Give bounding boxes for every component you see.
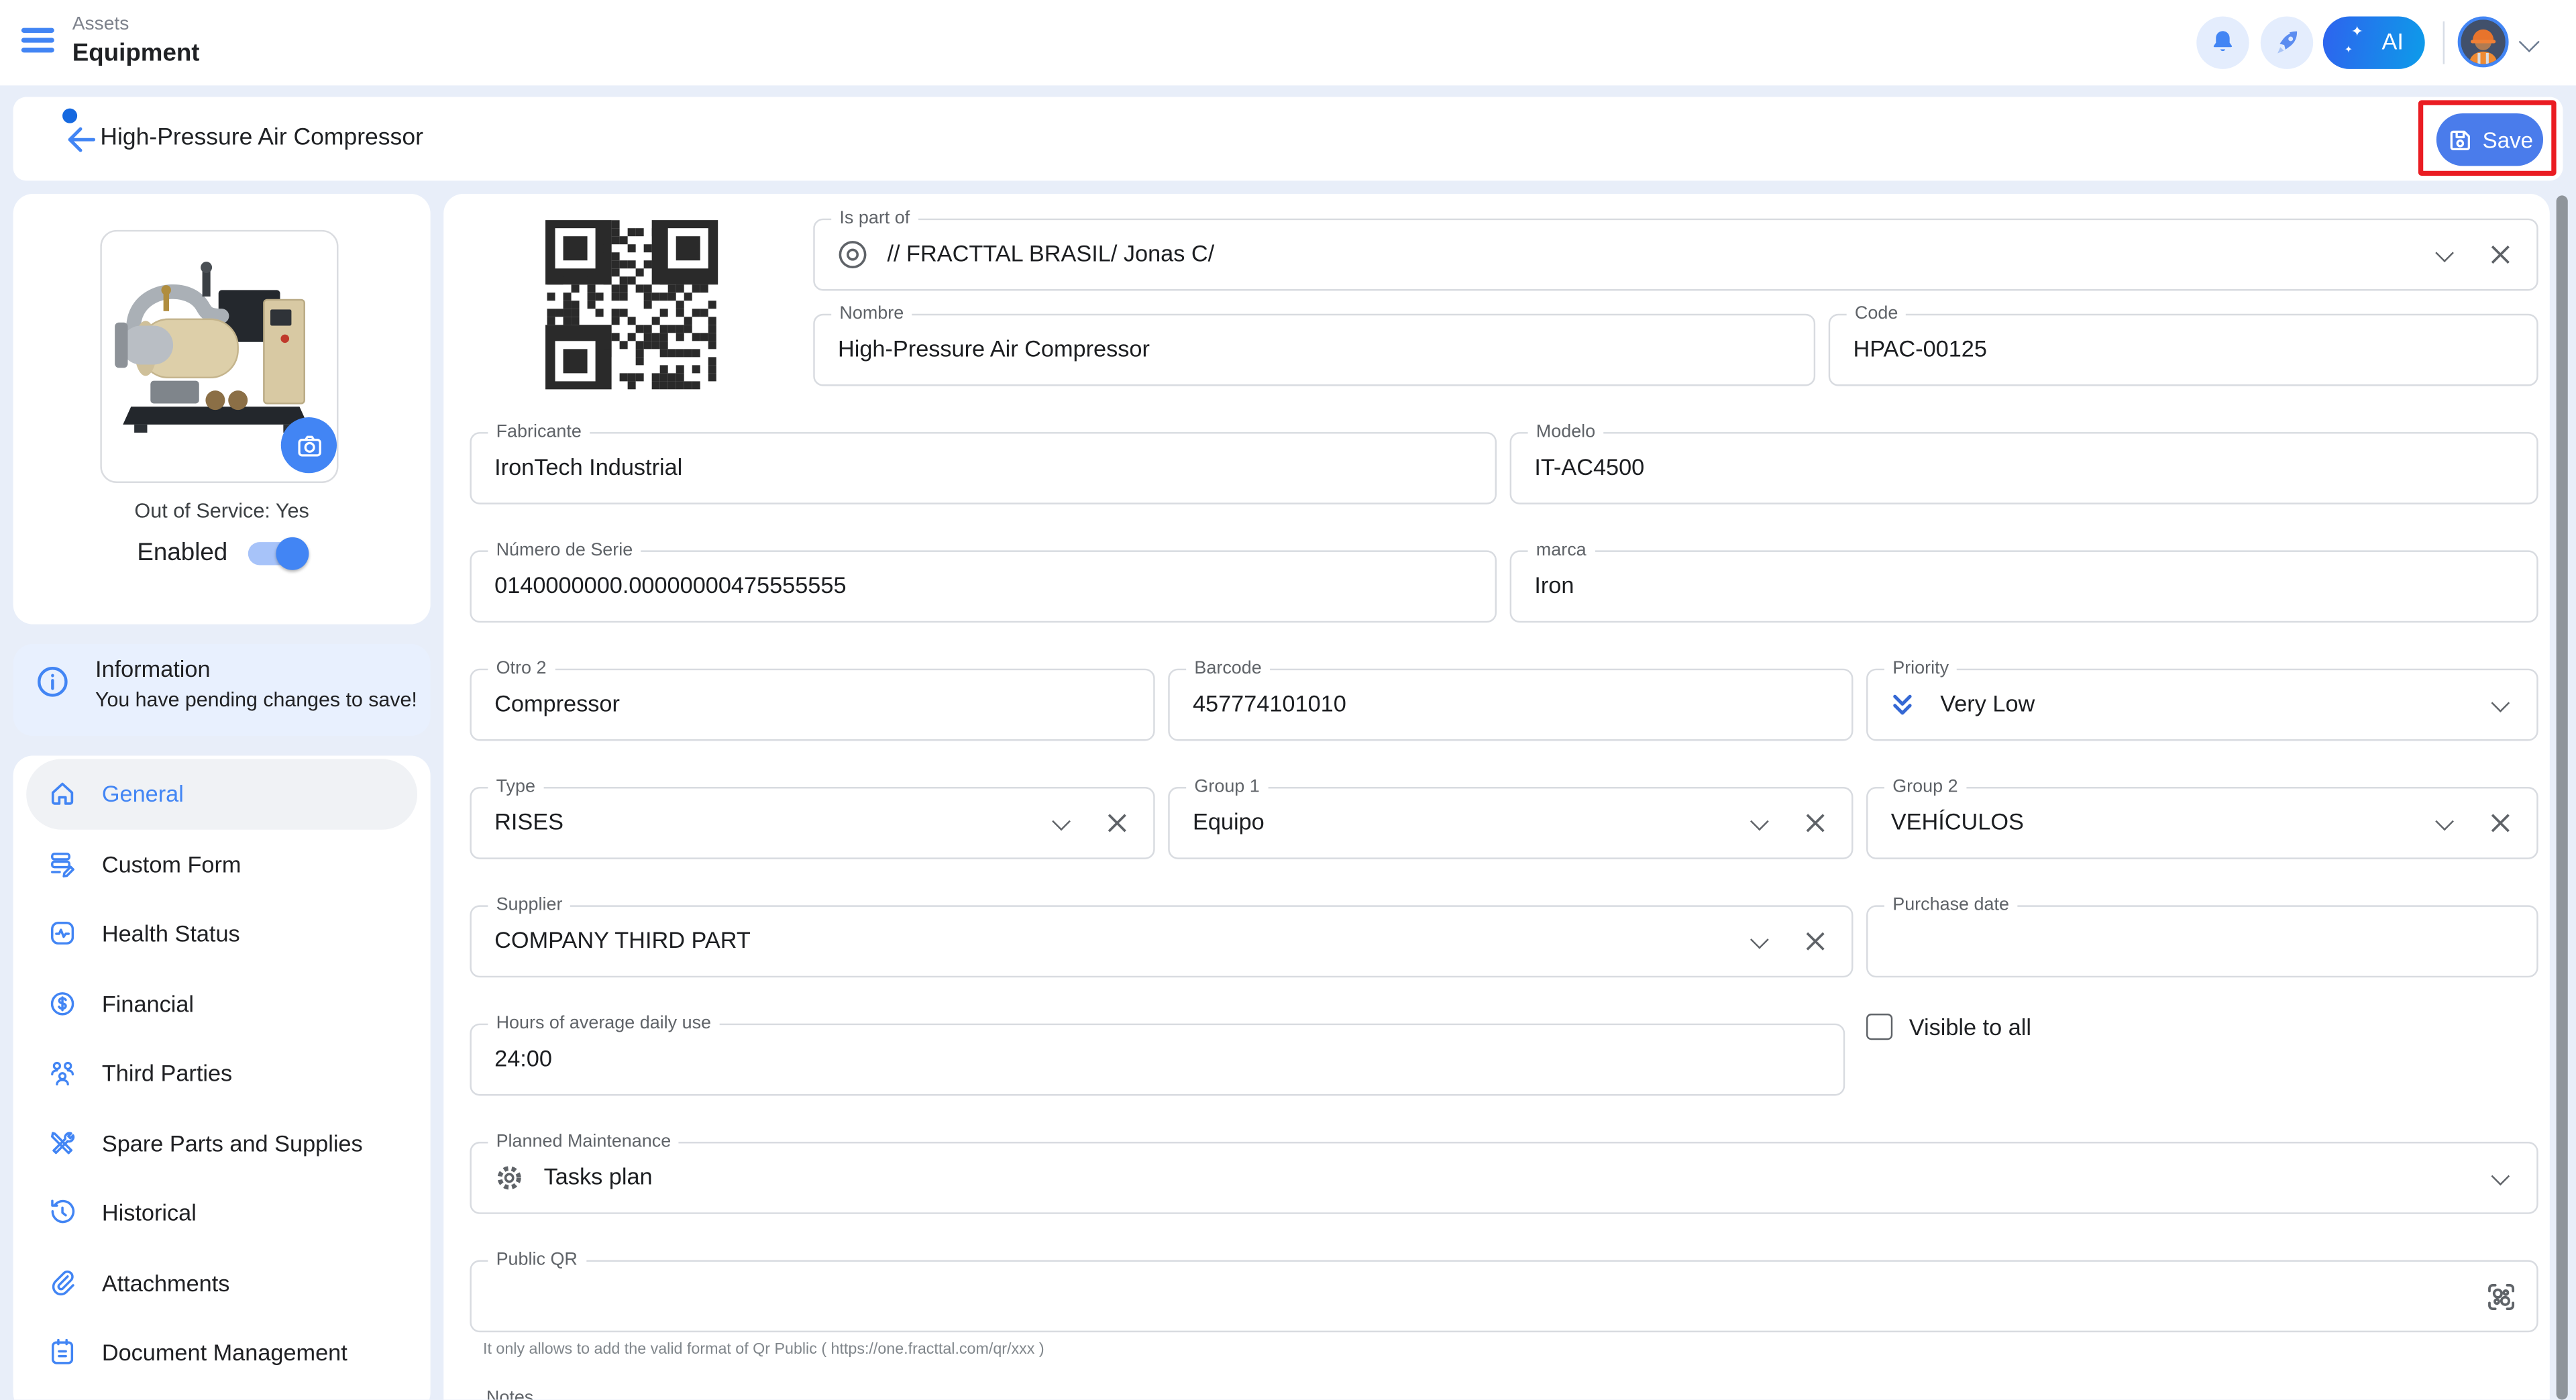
information-message: You have pending changes to save! xyxy=(95,688,417,711)
enabled-label: Enabled xyxy=(137,539,227,567)
clear-icon[interactable] xyxy=(1799,806,1832,839)
top-bar: Assets Equipment ✦ ✦ AI xyxy=(0,0,2576,85)
health-icon xyxy=(46,917,79,950)
chevron-down-icon[interactable] xyxy=(1750,812,1769,831)
clear-icon[interactable] xyxy=(2484,806,2517,839)
tools-icon xyxy=(46,1126,79,1159)
information-banner: Information You have pending changes to … xyxy=(13,644,431,736)
qr-scan-icon[interactable] xyxy=(2482,1278,2520,1315)
vertical-scrollbar[interactable] xyxy=(2557,195,2568,1399)
hamburger-menu-icon[interactable] xyxy=(21,28,54,58)
clear-icon[interactable] xyxy=(2484,238,2517,271)
marca-field[interactable]: marca Iron xyxy=(1510,550,2538,623)
dollar-icon xyxy=(46,987,79,1020)
group-2-field[interactable]: Group 2 VEHÍCULOS xyxy=(1866,787,2538,859)
whats-new-button[interactable] xyxy=(2261,16,2313,68)
sidebar-item-attachments[interactable]: Attachments xyxy=(26,1248,417,1317)
breadcrumb-module: Assets xyxy=(72,15,129,34)
form-icon xyxy=(46,847,79,880)
change-photo-button[interactable] xyxy=(281,417,337,473)
gear-icon xyxy=(491,1160,527,1196)
sparkle-icon: ✦ xyxy=(2351,23,2363,41)
people-icon xyxy=(46,1057,79,1089)
annotation-highlight-rectangle xyxy=(2418,100,2557,176)
otro-2-field[interactable]: Otro 2 Compressor xyxy=(470,669,1155,741)
bell-icon xyxy=(2206,26,2239,59)
breadcrumb-page: Equipment xyxy=(72,40,200,68)
page-title: High-Pressure Air Compressor xyxy=(100,125,423,151)
account-chevron-down-icon[interactable] xyxy=(2519,32,2540,52)
sparkle-icon: ✦ xyxy=(2345,44,2353,56)
sidebar-item-document-management[interactable]: Document Management xyxy=(26,1317,417,1387)
asset-photo[interactable] xyxy=(100,230,338,483)
nombre-field[interactable]: Nombre High-Pressure Air Compressor xyxy=(813,314,1815,386)
target-icon xyxy=(835,237,871,273)
sidebar-item-custom-form[interactable]: Custom Form xyxy=(26,829,417,899)
app-window: Assets Equipment ✦ ✦ AI High-Pressure A xyxy=(0,0,2576,1400)
purchase-date-field[interactable]: Purchase date xyxy=(1866,905,2538,977)
code-field[interactable]: Code HPAC-00125 xyxy=(1829,314,2538,386)
enabled-toggle[interactable] xyxy=(248,541,307,564)
double-chevron-down-icon xyxy=(1884,687,1921,723)
camera-icon xyxy=(293,429,325,461)
back-button[interactable] xyxy=(62,120,105,163)
rocket-icon xyxy=(2270,26,2303,59)
hours-field[interactable]: Hours of average daily use 24:00 xyxy=(470,1024,1845,1096)
chevron-down-icon[interactable] xyxy=(2491,694,2510,712)
chevron-down-icon[interactable] xyxy=(1052,812,1071,831)
out-of-service-status: Out of Service: Yes xyxy=(13,499,431,522)
supplier-field[interactable]: Supplier COMPANY THIRD PART xyxy=(470,905,1853,977)
chevron-down-icon[interactable] xyxy=(2491,1167,2510,1186)
clear-icon[interactable] xyxy=(1101,806,1134,839)
fabricante-field[interactable]: Fabricante IronTech Industrial xyxy=(470,432,1497,504)
chevron-down-icon[interactable] xyxy=(1750,930,1769,949)
numero-serie-field[interactable]: Número de Serie 0140000000.0000000047555… xyxy=(470,550,1497,623)
asset-photo-card: Out of Service: Yes Enabled xyxy=(13,194,431,625)
unsaved-changes-dot xyxy=(62,109,77,123)
public-qr-field[interactable]: Public QR xyxy=(470,1260,2538,1332)
ai-label: AI xyxy=(2381,28,2403,54)
priority-field[interactable]: Priority Very Low xyxy=(1866,669,2538,741)
modelo-field[interactable]: Modelo IT-AC4500 xyxy=(1510,432,2538,504)
chevron-down-icon[interactable] xyxy=(2435,812,2454,831)
visible-to-all-checkbox-row[interactable]: Visible to all xyxy=(1866,1014,2031,1040)
chevron-down-icon[interactable] xyxy=(2435,244,2454,262)
home-icon xyxy=(46,777,79,810)
header-divider xyxy=(2443,21,2445,64)
document-icon xyxy=(46,1336,79,1369)
history-icon xyxy=(46,1196,79,1229)
general-form-card: Is part of // FRACTTAL BRASIL/ Jonas C/ … xyxy=(443,194,2550,1400)
paperclip-icon xyxy=(46,1267,79,1299)
barcode-field[interactable]: Barcode 457774101010 xyxy=(1168,669,1853,741)
checkbox-unchecked-icon[interactable] xyxy=(1866,1014,1892,1040)
clear-icon[interactable] xyxy=(1799,925,1832,958)
group-1-field[interactable]: Group 1 Equipo xyxy=(1168,787,1853,859)
info-icon xyxy=(33,662,72,702)
asset-sections-menu: General Custom Form Health Status Financ… xyxy=(13,756,431,1400)
is-part-of-field[interactable]: Is part of // FRACTTAL BRASIL/ Jonas C/ xyxy=(813,219,2538,291)
sidebar-item-historical[interactable]: Historical xyxy=(26,1178,417,1248)
ai-assistant-button[interactable]: ✦ ✦ AI xyxy=(2323,16,2425,68)
notes-field-label: Notes xyxy=(486,1388,533,1400)
sidebar-item-general[interactable]: General xyxy=(26,759,417,828)
sidebar-item-third-parties[interactable]: Third Parties xyxy=(26,1038,417,1108)
public-qr-helper-text: It only allows to add the valid format o… xyxy=(483,1340,1044,1358)
type-field[interactable]: Type RISES xyxy=(470,787,1155,859)
notifications-button[interactable] xyxy=(2196,16,2249,68)
sidebar-item-financial[interactable]: Financial xyxy=(26,969,417,1038)
visible-to-all-label: Visible to all xyxy=(1909,1014,2031,1040)
information-title: Information xyxy=(95,655,211,682)
sidebar-item-spare-parts[interactable]: Spare Parts and Supplies xyxy=(26,1108,417,1178)
sidebar-item-health-status[interactable]: Health Status xyxy=(26,899,417,969)
user-avatar[interactable] xyxy=(2458,16,2509,67)
planned-maintenance-field[interactable]: Planned Maintenance Tasks plan xyxy=(470,1142,2538,1214)
qr-code xyxy=(545,220,718,389)
